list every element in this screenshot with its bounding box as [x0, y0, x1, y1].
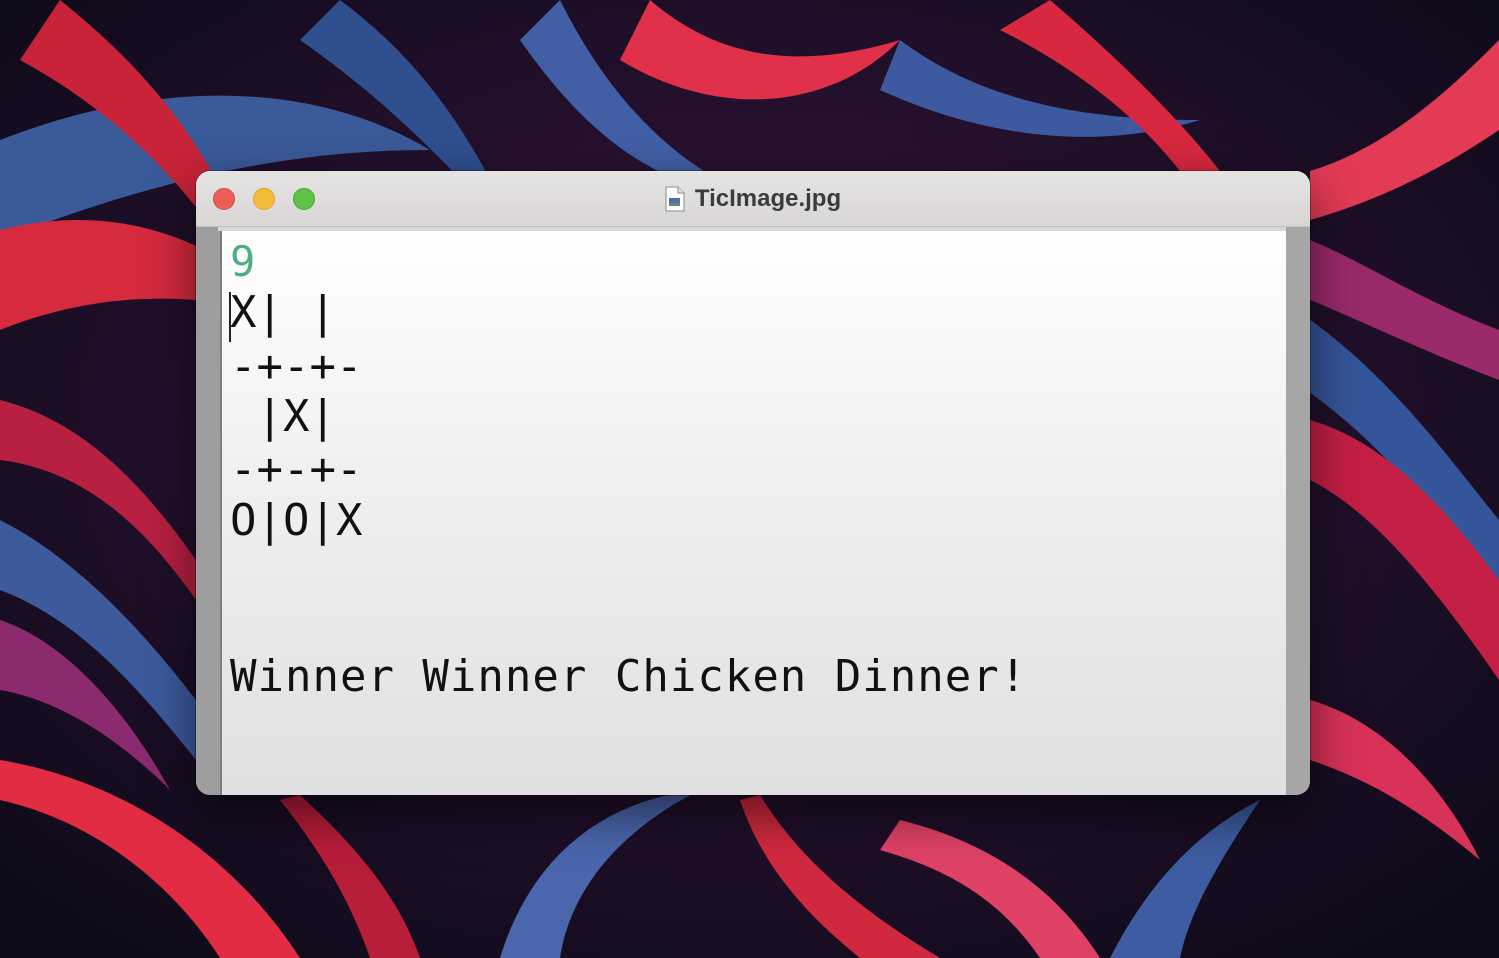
winner-message: Winner Winner Chicken Dinner! [230, 651, 1028, 702]
turn-count: 9 [230, 237, 256, 286]
right-border-strip [1286, 227, 1310, 795]
board-row-1: X| | [230, 287, 336, 338]
board-row-3: O|O|X [230, 495, 363, 546]
displayed-image: 9 X| | -+-+- |X| -+-+- O|O|X Winner Winn… [220, 231, 1288, 795]
board-row-2: |X| [230, 391, 336, 442]
image-file-icon [665, 186, 685, 211]
board-separator-2: -+-+- [230, 444, 363, 495]
window-title-group: TicImage.jpg [196, 171, 1310, 226]
board-separator-1: -+-+- [230, 341, 363, 392]
image-viewport: 9 X| | -+-+- |X| -+-+- O|O|X Winner Winn… [196, 227, 1310, 795]
window-title: TicImage.jpg [694, 184, 842, 212]
preview-window: TicImage.jpg 9 X| | -+-+- |X| -+-+- O|O|… [196, 171, 1310, 795]
title-bar[interactable]: TicImage.jpg [196, 171, 1310, 227]
